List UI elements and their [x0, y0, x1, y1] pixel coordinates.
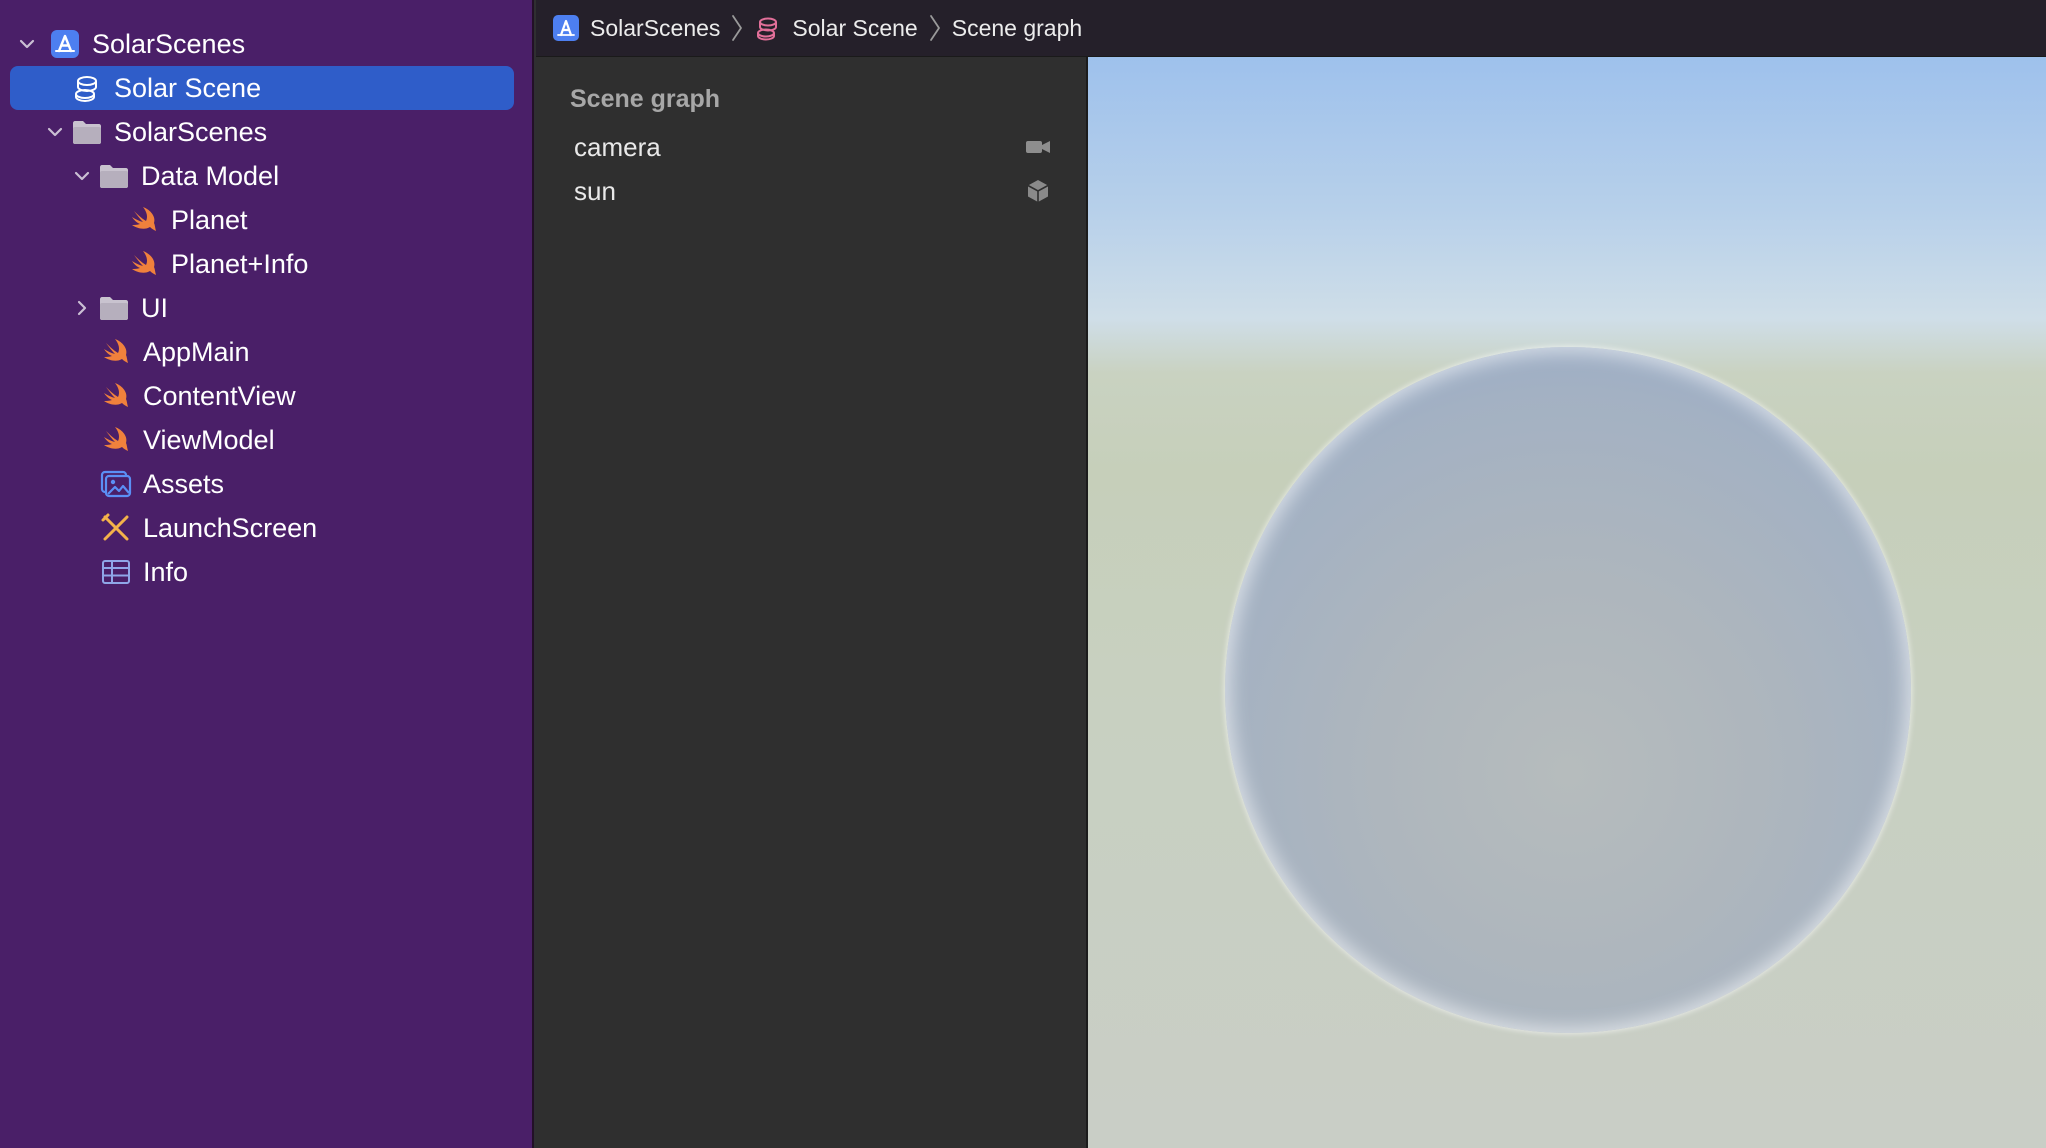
jump-bar: SolarScenes Solar Scene Scene graph	[536, 0, 2046, 57]
folder-icon	[97, 159, 131, 193]
outline-item-label: sun	[574, 175, 616, 206]
nav-item-solarscenes-folder[interactable]: SolarScenes	[0, 110, 534, 154]
nav-item-contentview[interactable]: ContentView	[0, 374, 534, 418]
outline-title: Scene graph	[570, 85, 721, 113]
nav-item-solar-scene[interactable]: Solar Scene	[0, 66, 534, 110]
folder-icon	[97, 291, 131, 325]
nav-item-planet-info[interactable]: Planet+Info	[0, 242, 534, 286]
nav-item-label: Planet	[171, 204, 248, 235]
breadcrumb-label: SolarScenes	[590, 14, 721, 41]
nav-item-appmain[interactable]: AppMain	[0, 330, 534, 374]
nav-item-label: LaunchScreen	[143, 512, 318, 543]
nav-item-label: Data Model	[141, 160, 280, 191]
breadcrumb-label: Scene graph	[951, 14, 1083, 41]
folder-icon	[70, 115, 104, 149]
chevron-right-icon	[730, 13, 744, 43]
breadcrumb-scene-graph[interactable]: Scene graph	[952, 15, 1082, 42]
outline-item-sun[interactable]: sun	[574, 171, 1052, 211]
nav-item-label: ContentView	[143, 380, 296, 411]
nav-item-label: ViewModel	[143, 424, 275, 455]
asset-catalog-icon	[99, 467, 133, 501]
nav-item-assets[interactable]: Assets	[0, 462, 534, 506]
scene-viewport[interactable]	[1088, 57, 2046, 1148]
reality-composer-scene-icon	[754, 14, 782, 42]
app-project-icon	[48, 27, 82, 61]
nav-item-label: SolarScenes	[92, 28, 246, 59]
swift-file-icon	[127, 203, 161, 237]
nav-item-label: Planet+Info	[171, 248, 309, 279]
nav-item-label: Info	[143, 556, 189, 587]
outline-item-camera[interactable]: camera	[574, 127, 1052, 167]
breadcrumb-project[interactable]: SolarScenes	[552, 14, 720, 42]
nav-item-label: UI	[141, 292, 168, 323]
nav-item-planet[interactable]: Planet	[0, 198, 534, 242]
chevron-down-icon[interactable]	[16, 33, 38, 55]
nav-item-info[interactable]: Info	[0, 550, 534, 594]
nav-item-viewmodel[interactable]: ViewModel	[0, 418, 534, 462]
reality-composer-scene-icon	[70, 71, 104, 105]
nav-item-label: AppMain	[143, 336, 250, 367]
video-camera-icon	[1024, 133, 1052, 161]
cube-icon	[1024, 177, 1052, 205]
project-navigator: SolarScenes Solar Scene SolarScenes Data…	[0, 0, 534, 1148]
storyboard-icon	[99, 511, 133, 545]
breadcrumb-scene[interactable]: Solar Scene	[754, 14, 918, 42]
chevron-down-icon[interactable]	[71, 165, 93, 187]
chevron-right-icon[interactable]	[71, 297, 93, 319]
breadcrumb-label: Solar Scene	[792, 14, 918, 41]
plist-icon	[99, 555, 133, 589]
chevron-down-icon[interactable]	[44, 121, 66, 143]
nav-item-ui-folder[interactable]: UI	[0, 286, 534, 330]
nav-item-label: SolarScenes	[114, 116, 268, 147]
app-project-icon	[552, 14, 580, 42]
nav-item-data-model-folder[interactable]: Data Model	[0, 154, 534, 198]
swift-file-icon	[99, 423, 133, 457]
scene-graph-outline: Scene graph camera sun	[536, 57, 1088, 1148]
nav-item-solarscenes-project[interactable]: SolarScenes	[0, 22, 534, 66]
outline-item-label: camera	[574, 131, 661, 162]
chevron-right-icon	[928, 13, 942, 43]
swift-file-icon	[99, 379, 133, 413]
swift-file-icon	[127, 247, 161, 281]
nav-item-launchscreen[interactable]: LaunchScreen	[0, 506, 534, 550]
swift-file-icon	[99, 335, 133, 369]
sphere-entity[interactable]	[1225, 347, 1911, 1033]
nav-item-label: Solar Scene	[114, 72, 262, 103]
nav-item-label: Assets	[143, 468, 225, 499]
